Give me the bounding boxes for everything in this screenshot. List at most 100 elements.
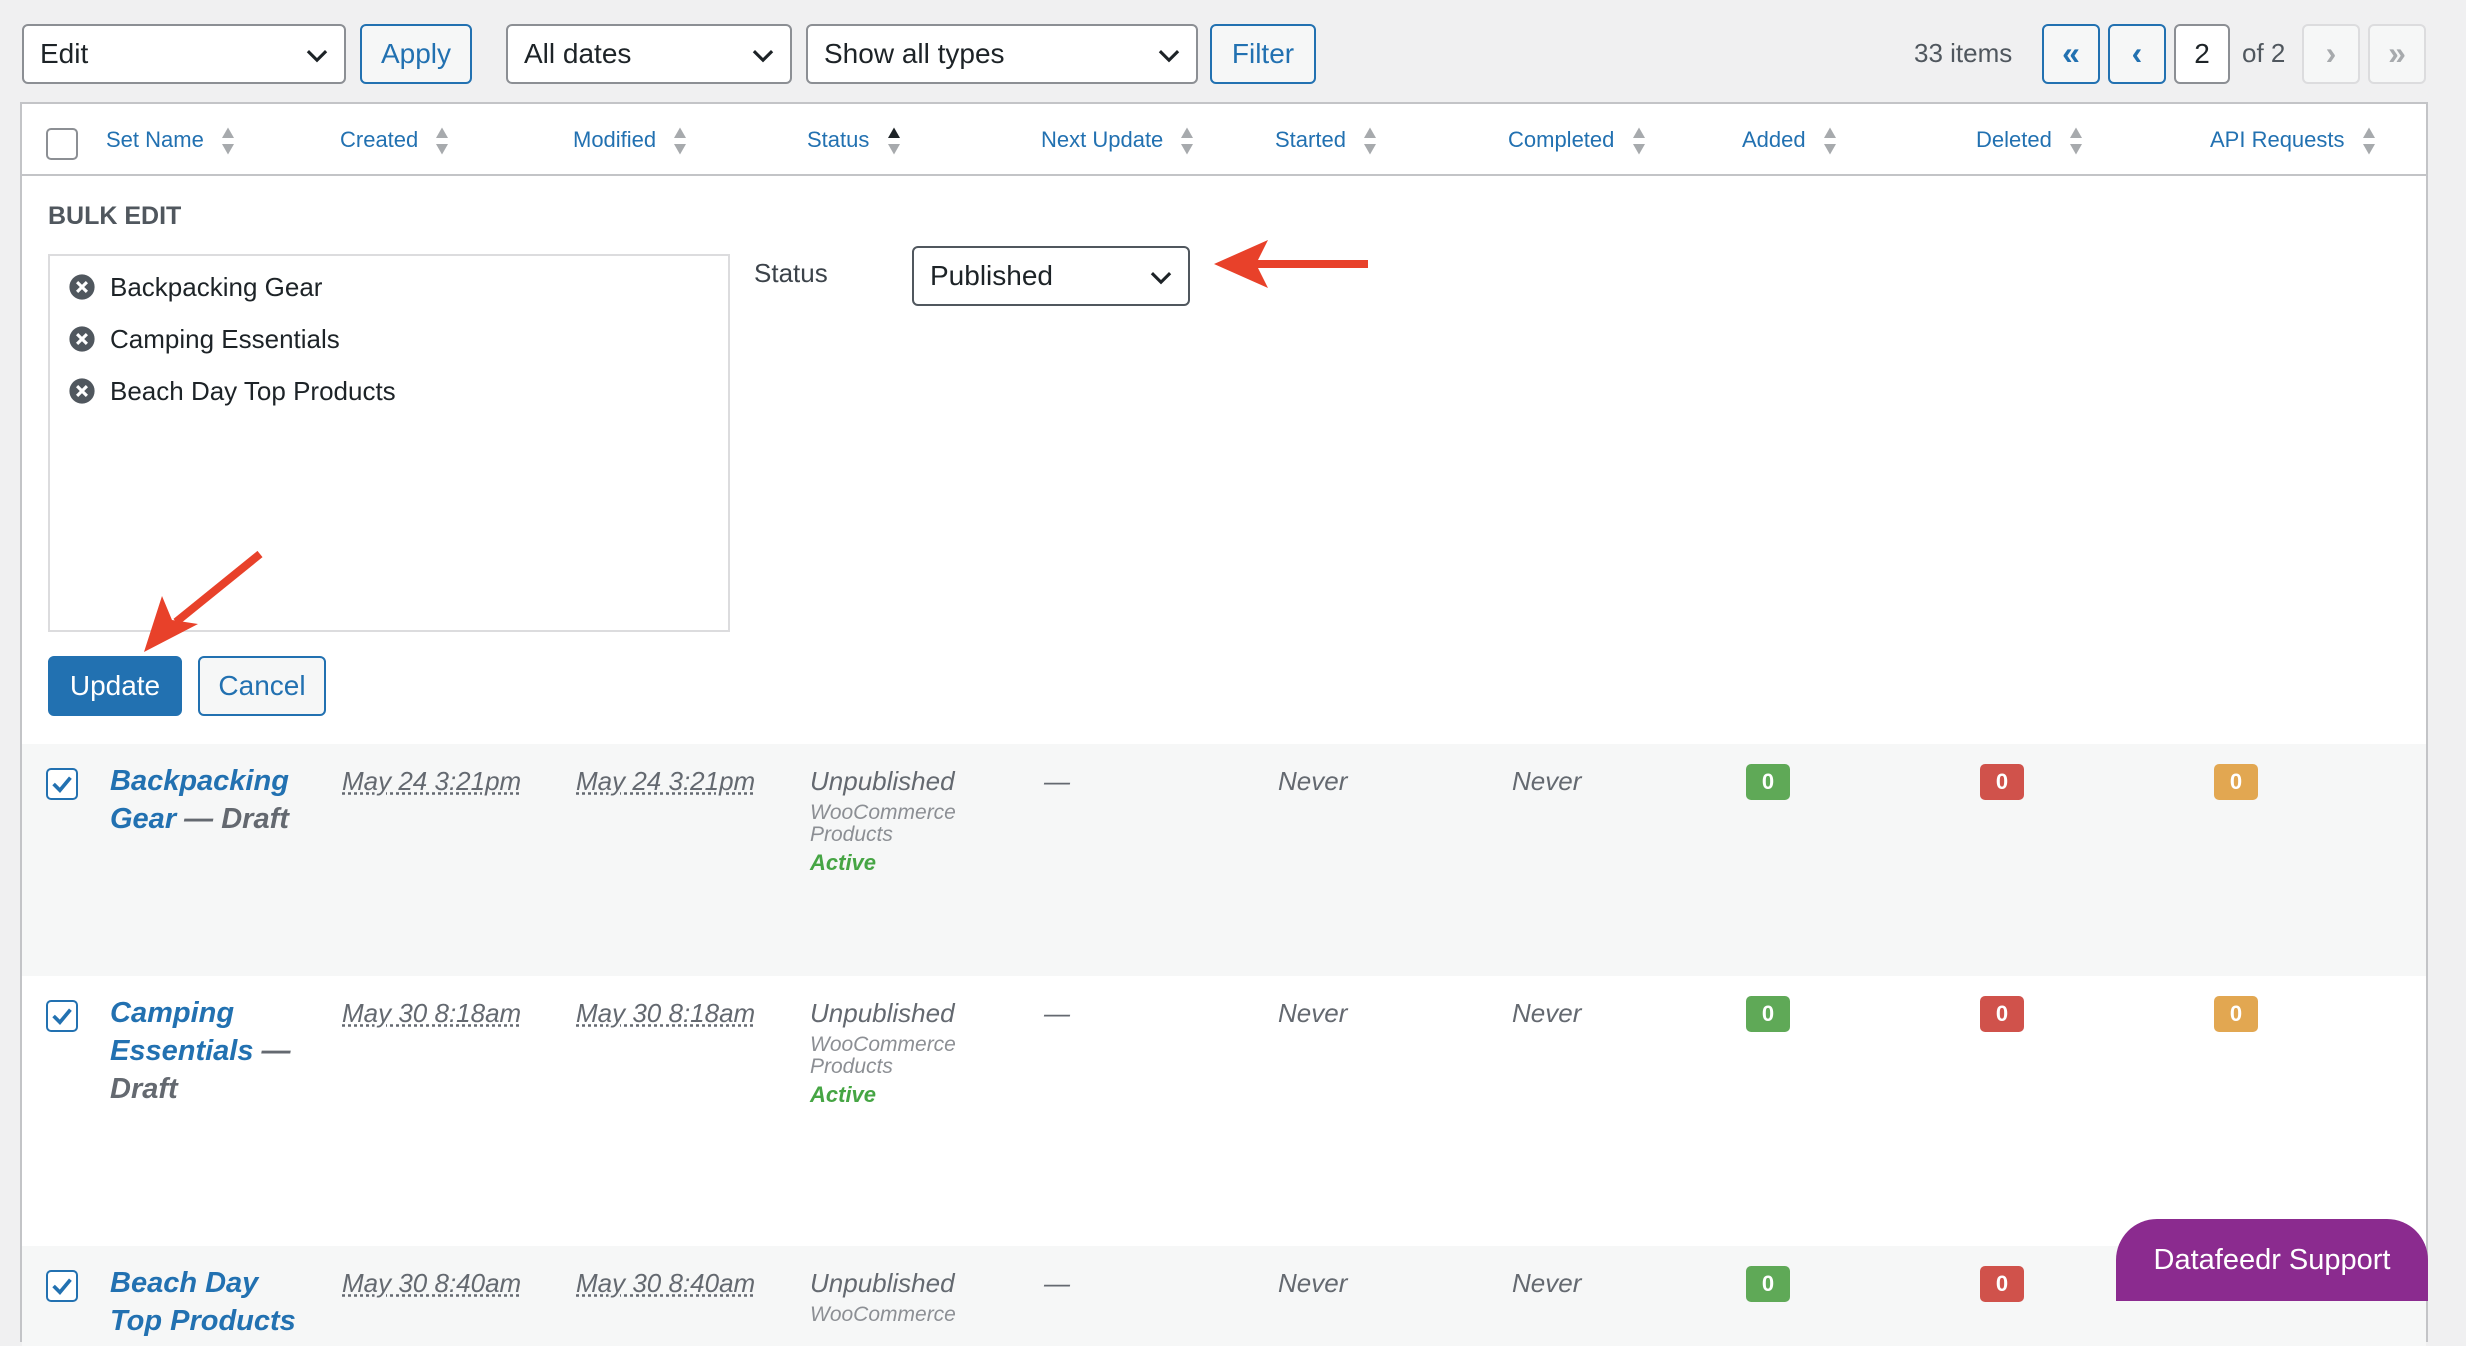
chevron-down-icon	[304, 42, 330, 68]
prev-page-button[interactable]: ‹	[2108, 24, 2166, 84]
active-status: Active	[810, 1082, 876, 1108]
sort-icon	[220, 126, 236, 156]
column-api-requests[interactable]: API Requests	[2210, 126, 2377, 156]
set-name-link[interactable]: Camping Essentials — Draft	[110, 994, 310, 1108]
deleted-badge: 0	[1980, 764, 2024, 800]
added-badge: 0	[1746, 996, 1790, 1032]
filter-button[interactable]: Filter	[1210, 24, 1316, 84]
column-added[interactable]: Added	[1742, 126, 1838, 156]
table-row: Backpacking Gear — Draft May 24 3:21pm M…	[22, 744, 2426, 976]
started: Never	[1278, 998, 1347, 1029]
sort-icon	[434, 126, 450, 156]
row-checkbox[interactable]	[46, 1000, 78, 1032]
sort-icon	[1822, 126, 1838, 156]
status-select-value: Published	[930, 260, 1053, 291]
api-requests-badge: 0	[2214, 996, 2258, 1032]
cancel-button[interactable]: Cancel	[198, 656, 326, 716]
date-filter-select[interactable]: All dates	[506, 24, 792, 84]
bulk-item: Backpacking Gear	[68, 272, 322, 303]
completed: Never	[1512, 998, 1581, 1029]
table-header: Set Name Created Modified Status Next Up…	[22, 104, 2426, 176]
next-update: —	[1044, 766, 1070, 797]
column-started[interactable]: Started	[1275, 126, 1378, 156]
column-created[interactable]: Created	[340, 126, 450, 156]
current-page-input[interactable]: 2	[2174, 24, 2230, 84]
bulk-edit-title: BULK EDIT	[48, 202, 181, 231]
annotation-arrow-update	[136, 548, 266, 658]
modified-date: May 30 8:40am	[576, 1268, 755, 1299]
status-label: Status	[754, 258, 828, 289]
total-pages: of 2	[2242, 38, 2285, 69]
bulk-action-value: Edit	[40, 38, 88, 69]
column-next-update[interactable]: Next Update	[1041, 126, 1195, 156]
chevron-down-icon	[1148, 264, 1174, 290]
draft-state: Draft	[110, 1070, 310, 1108]
sort-icon	[672, 126, 688, 156]
completed: Never	[1512, 766, 1581, 797]
table-row: Beach Day Top Products May 30 8:40am May…	[22, 1246, 2426, 1346]
set-name-link[interactable]: Backpacking Gear — Draft	[110, 762, 310, 838]
product-type: WooCommerce	[810, 1304, 956, 1326]
started: Never	[1278, 1268, 1347, 1299]
row-checkbox[interactable]	[46, 1270, 78, 1302]
deleted-badge: 0	[1980, 996, 2024, 1032]
created-date: May 24 3:21pm	[342, 766, 521, 797]
product-type: WooCommerce Products	[810, 1034, 956, 1078]
annotation-arrow-status	[1210, 234, 1370, 294]
deleted-badge: 0	[1980, 1266, 2024, 1302]
started: Never	[1278, 766, 1347, 797]
status-select[interactable]: Published	[912, 246, 1190, 306]
modified-date: May 24 3:21pm	[576, 766, 755, 797]
modified-date: May 30 8:18am	[576, 998, 755, 1029]
row-checkbox[interactable]	[46, 768, 78, 800]
checkmark-icon	[48, 1002, 76, 1030]
api-requests-badge: 0	[2214, 764, 2258, 800]
sort-icon	[2361, 126, 2377, 156]
column-status[interactable]: Status	[807, 126, 902, 156]
status-text: Unpublished	[810, 998, 955, 1029]
bulk-item: Camping Essentials	[68, 324, 340, 355]
draft-state: —	[262, 1035, 291, 1067]
checkmark-icon	[48, 1272, 76, 1300]
remove-item-icon[interactable]	[68, 377, 96, 405]
draft-state: — Draft	[184, 803, 289, 835]
sort-icon	[1362, 126, 1378, 156]
chevron-down-icon	[750, 42, 776, 68]
remove-item-icon[interactable]	[68, 325, 96, 353]
type-filter-value: Show all types	[824, 38, 1005, 69]
date-filter-value: All dates	[524, 38, 631, 69]
items-count: 33 items	[1914, 38, 2012, 69]
support-button[interactable]: Datafeedr Support	[2116, 1219, 2428, 1301]
table-row: Camping Essentials — Draft May 30 8:18am…	[22, 976, 2426, 1246]
next-update: —	[1044, 1268, 1070, 1299]
column-completed[interactable]: Completed	[1508, 126, 1647, 156]
bulk-item: Beach Day Top Products	[68, 376, 396, 407]
created-date: May 30 8:40am	[342, 1268, 521, 1299]
next-update: —	[1044, 998, 1070, 1029]
first-page-button[interactable]: «	[2042, 24, 2100, 84]
column-deleted[interactable]: Deleted	[1976, 126, 2084, 156]
active-status: Active	[810, 850, 876, 876]
set-name-link[interactable]: Beach Day Top Products	[110, 1264, 310, 1340]
product-type: WooCommerce Products	[810, 802, 956, 846]
column-modified[interactable]: Modified	[573, 126, 688, 156]
sort-icon	[2068, 126, 2084, 156]
status-text: Unpublished	[810, 1268, 955, 1299]
type-filter-select[interactable]: Show all types	[806, 24, 1198, 84]
completed: Never	[1512, 1268, 1581, 1299]
bulk-action-select[interactable]: Edit	[22, 24, 346, 84]
chevron-down-icon	[1156, 42, 1182, 68]
select-all-checkbox[interactable]	[46, 128, 78, 160]
last-page-button[interactable]: »	[2368, 24, 2426, 84]
apply-button[interactable]: Apply	[360, 24, 472, 84]
column-set-name[interactable]: Set Name	[106, 126, 236, 156]
status-text: Unpublished	[810, 766, 955, 797]
added-badge: 0	[1746, 764, 1790, 800]
created-date: May 30 8:18am	[342, 998, 521, 1029]
update-button[interactable]: Update	[48, 656, 182, 716]
sort-icon	[1631, 126, 1647, 156]
next-page-button[interactable]: ›	[2302, 24, 2360, 84]
sort-ascending-icon	[886, 126, 902, 156]
remove-item-icon[interactable]	[68, 273, 96, 301]
sort-icon	[1179, 126, 1195, 156]
